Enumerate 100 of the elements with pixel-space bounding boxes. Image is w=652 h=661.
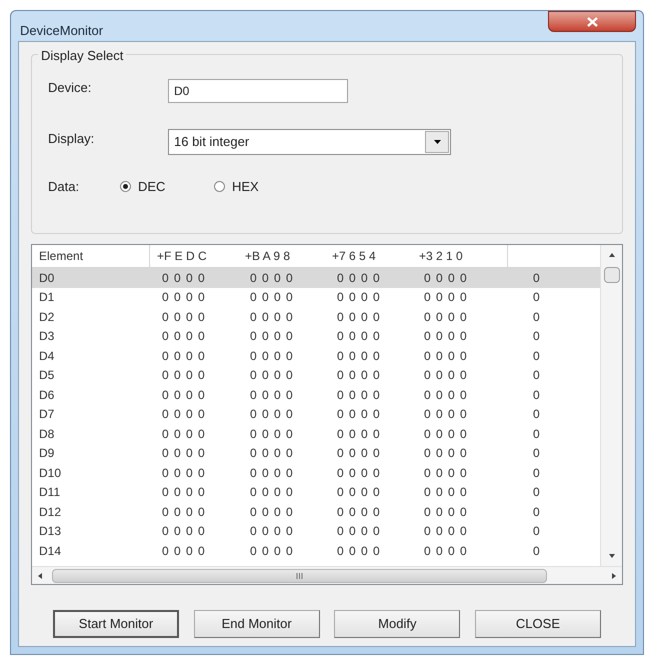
table-cell-text: 0 0 0 0	[249, 270, 295, 287]
table-cell-text: 0 0 0 0	[423, 367, 469, 384]
table-cell-text: 0	[532, 270, 540, 287]
column-header[interactable]: +B A 9 8	[238, 245, 325, 267]
table-cell-text: 0	[532, 406, 540, 424]
table-cell-text: 0 0 0 0	[161, 484, 207, 502]
vertical-scrollbar[interactable]	[600, 245, 622, 566]
table-cell-text: 0 0 0 0	[161, 523, 207, 540]
table-cell-text: 0 0 0 0	[249, 348, 295, 365]
caret-icon	[434, 140, 440, 144]
table-cell-text: 0 0 0 0	[161, 328, 207, 346]
table-cell-text: 0 0 0 0	[423, 308, 469, 326]
table-cell-text: 0 0 0 0	[423, 542, 469, 560]
dialog-button[interactable]: Modify	[334, 610, 460, 638]
table-cell-text: 0 0 0 0	[336, 464, 382, 482]
table-cell-text: 0	[532, 426, 540, 443]
dialog-button[interactable]: Start Monitor	[53, 610, 179, 638]
table-cell-text: D4	[38, 348, 56, 365]
table-cell-text: 0	[532, 484, 540, 502]
column-header[interactable]: Element	[32, 245, 150, 267]
table-cell-text: D1	[38, 289, 56, 306]
table-cell-text: 0	[532, 386, 540, 404]
table-cell-text: D5	[38, 367, 56, 384]
table-cell-text: 0 0 0 0	[423, 406, 469, 424]
table-cell-text: 0 0 0 0	[423, 386, 469, 404]
table-cell-text: 0 0 0 0	[161, 406, 207, 424]
table-cell-text: D12	[38, 504, 62, 521]
table-cell-text: 0 0 0 0	[249, 523, 295, 540]
device-field[interactable]: D0	[168, 79, 348, 103]
column-header[interactable]: +F E D C	[150, 245, 238, 267]
table-cell-text: 0 0 0 0	[423, 464, 469, 482]
table-cell-text: D0	[38, 270, 56, 287]
table-cell-text: D8	[38, 426, 56, 443]
table-cell-text: 0 0 0 0	[336, 270, 382, 287]
scroll-right-icon	[612, 572, 616, 578]
table-cell-text: 0 0 0 0	[161, 348, 207, 365]
display-dropdown[interactable]: 16 bit integer	[168, 129, 451, 155]
table-cell-text: D13	[38, 523, 62, 540]
table-cell-text: 0 0 0 0	[249, 308, 295, 326]
dropdown-button[interactable]	[425, 131, 449, 153]
horizontal-scrollbar[interactable]	[32, 566, 622, 584]
table-cell-text: 0 0 0 0	[423, 523, 469, 540]
table-cell-text: 0 0 0 0	[423, 484, 469, 502]
radio-option[interactable]: DEC	[120, 177, 198, 196]
table-cell-text: 0 0 0 0	[336, 484, 382, 502]
radio-button[interactable]	[120, 181, 131, 192]
table-cell-text: 0 0 0 0	[336, 367, 382, 384]
table-cell-text: 0	[532, 348, 540, 365]
close-button[interactable]	[548, 11, 636, 32]
table-row[interactable]: D0 0 0 0 0 0 0 0 0 0 0 0 0 0 0 0 0 0	[32, 268, 600, 288]
dialog-button[interactable]: CLOSE	[474, 610, 601, 638]
table-cell-text: 0 0 0 0	[336, 542, 382, 560]
data-label: Data:	[48, 178, 80, 196]
display-label: Display:	[48, 130, 96, 148]
dialog-button[interactable]: End Monitor	[194, 610, 320, 638]
column-header[interactable]: +7 6 5 4	[325, 245, 412, 267]
table-cell-text: D6	[38, 386, 56, 404]
table-cell-text: 0	[532, 308, 540, 326]
table-cell-text: D14	[38, 542, 62, 560]
table-cell-text: 0	[532, 328, 540, 346]
table-cell-text: 0 0 0 0	[249, 406, 295, 424]
dropdown-value: 16 bit integer	[174, 133, 250, 152]
table-cell-text: 0 0 0 0	[336, 348, 382, 365]
table-cell-text: 0 0 0 0	[336, 406, 382, 424]
table-cell-text: 0 0 0 0	[161, 367, 207, 384]
table-cell-text: 0 0 0 0	[423, 328, 469, 346]
radio-option[interactable]: HEX	[214, 177, 292, 196]
table-cell-text: 0 0 0 0	[161, 464, 207, 482]
scroll-thumb[interactable]	[52, 568, 547, 582]
table-cell-text: D11	[38, 484, 62, 502]
table-cell-text: D10	[38, 464, 62, 482]
window-title: DeviceMonitor	[20, 22, 104, 40]
scroll-thumb[interactable]	[604, 267, 620, 283]
table-cell-text: 0 0 0 0	[249, 464, 295, 482]
table-cell-text: 0 0 0 0	[249, 445, 295, 462]
table-cell-text: 0 0 0 0	[161, 289, 207, 306]
table-cell-text: 0	[532, 464, 540, 482]
table-cell-text: 0 0 0 0	[249, 328, 295, 346]
table-cell-text: 0 0 0 0	[161, 445, 207, 462]
table-cell-text: 0 0 0 0	[249, 484, 295, 502]
table-cell-text: 0 0 0 0	[161, 504, 207, 521]
table-cell-text: 0 0 0 0	[423, 289, 469, 306]
table-cell-text: 0 0 0 0	[249, 542, 295, 560]
table-cell-text: 0 0 0 0	[249, 289, 295, 306]
table-cell-text: 0 0 0 0	[336, 386, 382, 404]
table-cell-text: 0 0 0 0	[336, 504, 382, 521]
table-cell-text: 0 0 0 0	[423, 504, 469, 521]
table-cell-text: 0 0 0 0	[161, 426, 207, 443]
table-cell-text: 0 0 0 0	[423, 270, 469, 287]
radio-button[interactable]	[214, 181, 225, 192]
table-cell-text: 0	[532, 504, 540, 521]
table-cell-text: 0 0 0 0	[423, 445, 469, 462]
table-cell-text: 0	[532, 367, 540, 384]
device-label: Device:	[48, 79, 92, 98]
column-header[interactable]: +3 2 1 0	[412, 245, 508, 267]
table-cell-text: 0 0 0 0	[423, 426, 469, 443]
table-cell-text: 0 0 0 0	[336, 308, 382, 326]
table-cell-text: 0 0 0 0	[336, 523, 382, 540]
table-cell-text: 0 0 0 0	[336, 426, 382, 443]
table-cell-text: 0 0 0 0	[161, 542, 207, 560]
